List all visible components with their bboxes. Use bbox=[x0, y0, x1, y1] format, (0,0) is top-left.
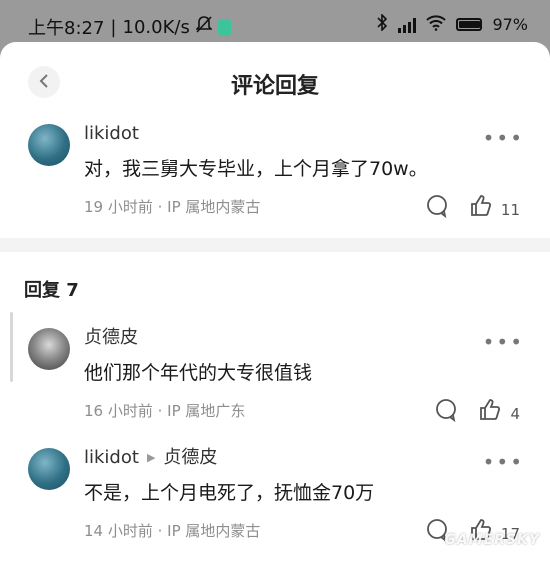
more-options-icon[interactable]: ••• bbox=[483, 126, 524, 150]
reply-author[interactable]: likidot bbox=[84, 446, 139, 470]
thumbs-up-icon bbox=[478, 398, 502, 430]
app-notification-icon bbox=[217, 18, 231, 36]
section-divider bbox=[0, 238, 550, 252]
replies-count: 回复 7 bbox=[24, 280, 79, 301]
more-options-icon[interactable]: ••• bbox=[483, 330, 524, 354]
avatar[interactable] bbox=[28, 328, 70, 370]
watermark: GAMERSKY bbox=[444, 532, 540, 548]
comment-bubble-icon bbox=[425, 194, 449, 226]
comment-reply-sheet: 评论回复 likidot ••• 对，我三舅大专毕业，上个月拿了70w。 19 … bbox=[0, 42, 550, 562]
reply-arrow-icon: ▶ bbox=[146, 451, 156, 464]
reply-author-line: likidot ▶ 贞德皮 bbox=[84, 446, 550, 470]
battery-icon bbox=[456, 18, 483, 31]
comment-bubble-icon bbox=[434, 398, 458, 430]
like-button[interactable]: 11 bbox=[469, 194, 520, 226]
comment-meta: 19 小时前 · IP 属地内蒙古 11 bbox=[84, 194, 550, 220]
status-right: 97% bbox=[376, 13, 528, 35]
reply-actions: 4 bbox=[434, 398, 520, 430]
clock: 上午8:27 bbox=[28, 18, 105, 39]
network-speed: 10.0K/s bbox=[122, 16, 190, 38]
reply-author[interactable]: 贞德皮 bbox=[84, 326, 550, 350]
like-count: 11 bbox=[500, 201, 520, 219]
bell-off-icon bbox=[194, 16, 213, 38]
comment-actions: 11 bbox=[425, 194, 520, 226]
bluetooth-icon bbox=[376, 13, 388, 35]
reply-item: likidot ▶ 贞德皮 ••• 不是，上个月电死了，抚恤金70万 14 小时… bbox=[0, 446, 550, 544]
comment-author[interactable]: likidot bbox=[84, 122, 550, 146]
reply-button[interactable] bbox=[425, 194, 449, 226]
avatar[interactable] bbox=[28, 448, 70, 490]
reply-to-user[interactable]: 贞德皮 bbox=[163, 446, 217, 470]
reply-meta-text: 16 小时前 · IP 属地广东 bbox=[84, 402, 246, 420]
like-count: 4 bbox=[510, 405, 520, 423]
thumbs-up-icon bbox=[469, 194, 493, 226]
status-bar: 上午8:27 | 10.0K/s 97% bbox=[0, 0, 550, 46]
status-left: 上午8:27 | 10.0K/s bbox=[28, 14, 231, 40]
page-title: 评论回复 bbox=[230, 74, 319, 99]
reply-text: 他们那个年代的大专很值钱 bbox=[84, 362, 313, 384]
reply-meta-text: 14 小时前 · IP 属地内蒙古 bbox=[84, 522, 261, 540]
comment-meta-text: 19 小时前 · IP 属地内蒙古 bbox=[84, 198, 261, 216]
hd-signal-icon bbox=[398, 17, 417, 33]
main-comment: likidot ••• 对，我三舅大专毕业，上个月拿了70w。 19 小时前 ·… bbox=[0, 122, 550, 220]
reply-text: 不是，上个月电死了，抚恤金70万 bbox=[84, 482, 375, 504]
reply-item: 贞德皮 ••• 他们那个年代的大专很值钱 16 小时前 · IP 属地广东 4 bbox=[0, 326, 550, 424]
avatar[interactable] bbox=[28, 124, 70, 166]
replies-header: 回复 7 bbox=[0, 252, 550, 382]
battery-level: 97% bbox=[492, 15, 528, 34]
reply-button[interactable] bbox=[434, 398, 458, 430]
more-options-icon[interactable]: ••• bbox=[483, 450, 524, 474]
header: 评论回复 bbox=[0, 42, 550, 122]
comment-text: 对，我三舅大专毕业，上个月拿了70w。 bbox=[84, 158, 428, 180]
like-button[interactable]: 4 bbox=[478, 398, 520, 430]
reply-meta: 16 小时前 · IP 属地广东 4 bbox=[84, 398, 550, 424]
wifi-icon bbox=[426, 14, 447, 35]
